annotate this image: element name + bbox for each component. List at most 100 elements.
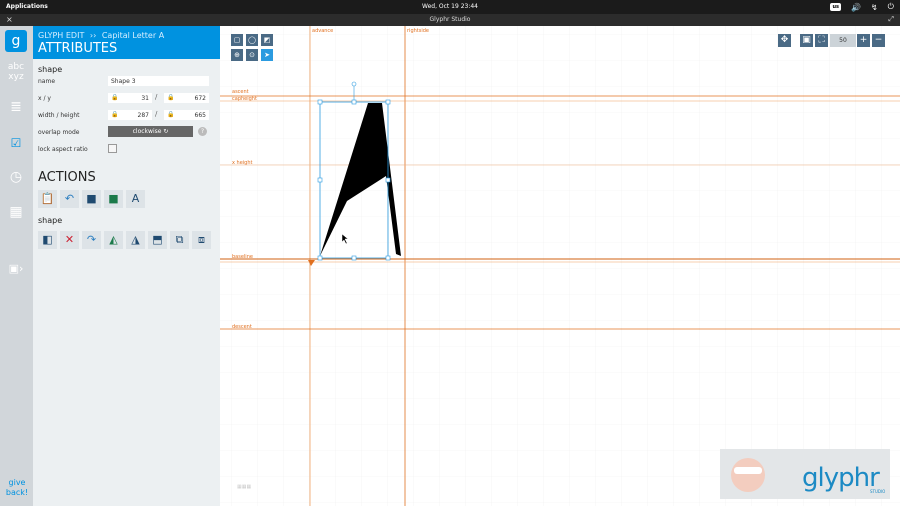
- glyph-a-icon[interactable]: A: [126, 190, 145, 208]
- height-value: 665: [194, 112, 206, 119]
- resize-handle-s[interactable]: [351, 255, 357, 261]
- new-path-tool-icon[interactable]: ◩: [261, 34, 273, 46]
- lock-aspect-ratio-label: lock aspect ratio: [38, 146, 88, 153]
- add-shape-icon[interactable]: ■: [82, 190, 101, 208]
- resize-handle-n[interactable]: [351, 99, 357, 105]
- flip-vertical-icon[interactable]: ◮: [126, 231, 145, 249]
- zoom-level[interactable]: 50: [830, 34, 856, 47]
- layers-icon[interactable]: ≣: [5, 96, 27, 118]
- zoom-out-icon[interactable]: −: [872, 34, 885, 47]
- breadcrumb: GLYPH EDIT ›› Capital Letter A: [38, 31, 164, 40]
- monkey-logo-icon: [731, 458, 765, 492]
- wh-separator: /: [155, 110, 158, 118]
- minimap-icon[interactable]: ▦▦▦: [237, 484, 261, 494]
- add-point-tool-icon[interactable]: ⊕: [231, 49, 243, 61]
- xy-label: x / y: [38, 95, 51, 102]
- window-title: Glyphr Studio: [429, 16, 471, 23]
- glyphr-logo-icon[interactable]: g: [5, 30, 27, 52]
- x-position-input[interactable]: 🔒 31: [108, 93, 152, 103]
- flip-horizontal-icon[interactable]: ◭: [104, 231, 123, 249]
- shape-section-title: shape: [38, 65, 63, 74]
- xheight-guide-label: x height: [232, 160, 253, 166]
- xy-separator: /: [155, 93, 158, 101]
- overlap-mode-button[interactable]: clockwise ↻: [108, 126, 193, 137]
- panel-header: GLYPH EDIT ›› Capital Letter A ATTRIBUTE…: [33, 26, 220, 59]
- breadcrumb-separator: ››: [89, 31, 97, 40]
- actions-shape-section-title: shape: [38, 216, 63, 225]
- add-component-icon[interactable]: ■: [104, 190, 123, 208]
- canvas-grid: [220, 26, 900, 506]
- copy-shape-icon[interactable]: ◧: [38, 231, 57, 249]
- name-label: name: [38, 78, 56, 85]
- edit-canvas[interactable]: advance rightside ascent capheight x hei…: [220, 26, 900, 506]
- keyboard-layout-indicator[interactable]: us: [830, 3, 841, 11]
- glyphr-logo-subtext: STUDIO: [870, 489, 886, 494]
- actions-title: ACTIONS: [38, 170, 96, 185]
- delete-shape-icon[interactable]: ✕: [60, 231, 79, 249]
- nav-rail: g abc xyz ≣ ☑ ◷ ▦ ▣› give back!: [0, 26, 33, 506]
- pan-tool-icon[interactable]: ✥: [778, 34, 791, 47]
- breadcrumb-glyph[interactable]: Capital Letter A: [102, 31, 164, 40]
- resize-handle-se[interactable]: [385, 255, 391, 261]
- width-value: 287: [137, 112, 149, 119]
- resize-handle-ne[interactable]: [385, 99, 391, 105]
- breadcrumb-mode[interactable]: GLYPH EDIT: [38, 31, 84, 40]
- baseline-guide-label: baseline: [232, 254, 253, 260]
- give-back-link[interactable]: give back!: [2, 478, 32, 498]
- undo-icon[interactable]: ↶: [60, 190, 79, 208]
- one-to-one-zoom-icon[interactable]: ▣: [800, 34, 813, 47]
- capheight-guide-label: capheight: [232, 96, 257, 102]
- zoom-fit-icon[interactable]: ⛶: [815, 34, 828, 47]
- pen-tool-icon[interactable]: ▢: [231, 34, 243, 46]
- overlap-mode-label: overlap mode: [38, 129, 80, 136]
- panel-title: ATTRIBUTES: [38, 41, 118, 56]
- glyph-canvas-svg[interactable]: [220, 26, 900, 506]
- x-value: 31: [141, 95, 149, 102]
- glyphr-logo-text: glyphr: [802, 463, 880, 493]
- height-input[interactable]: 🔒 665: [164, 110, 209, 120]
- window-title-bar: × Glyphr Studio ⤢: [0, 14, 900, 26]
- shape-name-input[interactable]: Shape 3: [108, 76, 209, 86]
- resize-handle-e[interactable]: [385, 177, 391, 183]
- system-tray: us 🔊 ↯ ⏻: [830, 2, 894, 12]
- network-icon[interactable]: ↯: [871, 3, 878, 12]
- path-edit-tool-icon[interactable]: ⊙: [246, 49, 258, 61]
- new-oval-tool-icon[interactable]: ◯: [246, 34, 258, 46]
- power-icon[interactable]: ⏻: [888, 2, 894, 12]
- ascent-guide-label: ascent: [232, 89, 249, 95]
- system-clock[interactable]: Wed, Oct 19 23:44: [0, 3, 900, 10]
- lock-icon[interactable]: 🔒: [111, 94, 118, 101]
- help-icon[interactable]: ?: [198, 127, 207, 136]
- save-icon[interactable]: ▣›: [5, 258, 27, 280]
- history-icon[interactable]: ◷: [5, 166, 27, 188]
- fullscreen-icon[interactable]: ⤢: [888, 15, 894, 24]
- move-layer-down-icon[interactable]: ⧈: [192, 231, 211, 249]
- zoom-in-icon[interactable]: +: [857, 34, 870, 47]
- attributes-panel: GLYPH EDIT ›› Capital Letter A ATTRIBUTE…: [33, 26, 220, 506]
- y-position-input[interactable]: 🔒 672: [164, 93, 209, 103]
- width-input[interactable]: 🔒 287: [108, 110, 152, 120]
- resize-handle-w[interactable]: [317, 177, 323, 183]
- paste-icon[interactable]: 📋: [38, 190, 57, 208]
- rotate-handle[interactable]: [351, 81, 357, 87]
- volume-icon[interactable]: 🔊: [851, 3, 861, 12]
- rotate-shape-icon[interactable]: ⬒: [148, 231, 167, 249]
- character-set-icon[interactable]: abc xyz: [5, 62, 27, 84]
- shape-select-tool-icon[interactable]: ➤: [261, 49, 273, 61]
- lock-aspect-ratio-checkbox[interactable]: [108, 144, 117, 153]
- descent-guide-label: descent: [232, 324, 252, 330]
- advance-guide-label: advance: [312, 28, 334, 34]
- guides-icon[interactable]: ▦: [5, 201, 27, 223]
- lock-icon[interactable]: 🔒: [167, 111, 174, 118]
- y-value: 672: [194, 95, 206, 102]
- rightside-guide-label: rightside: [407, 28, 429, 34]
- width-height-label: width / height: [38, 112, 80, 119]
- reverse-path-icon[interactable]: ↷: [82, 231, 101, 249]
- resize-handle-sw[interactable]: [317, 255, 323, 261]
- lock-icon[interactable]: 🔒: [167, 94, 174, 101]
- lock-icon[interactable]: 🔒: [111, 111, 118, 118]
- move-layer-up-icon[interactable]: ⧉: [170, 231, 189, 249]
- attributes-icon[interactable]: ☑: [5, 132, 27, 154]
- system-top-bar: Applications Wed, Oct 19 23:44 us 🔊 ↯ ⏻: [0, 0, 900, 14]
- resize-handle-nw[interactable]: [317, 99, 323, 105]
